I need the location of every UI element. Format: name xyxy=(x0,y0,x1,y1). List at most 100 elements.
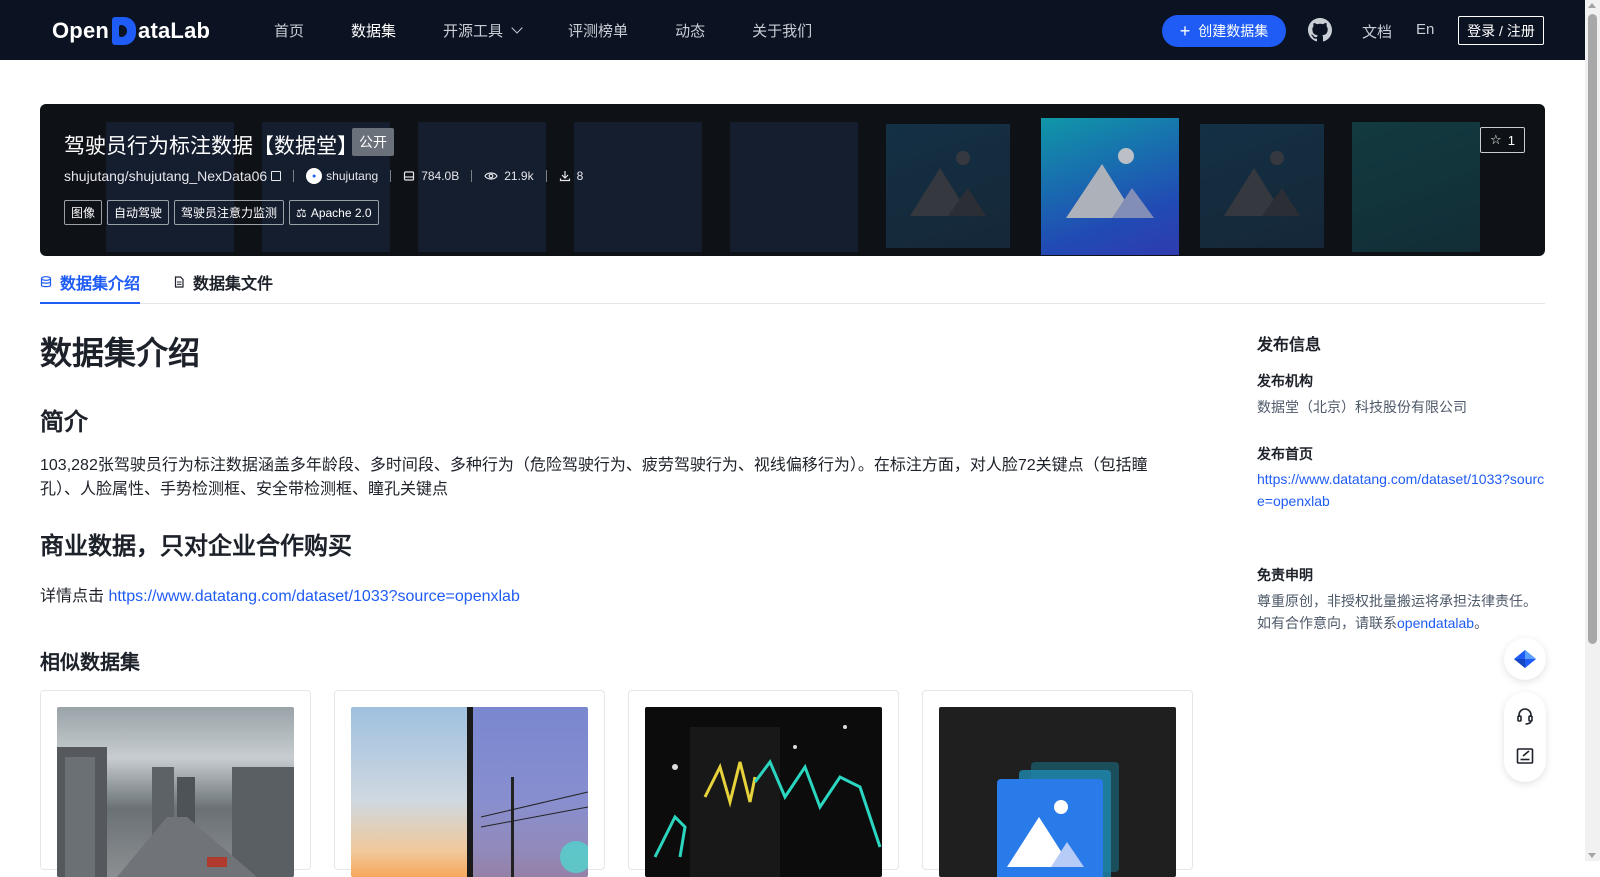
tab-intro-label: 数据集介绍 xyxy=(60,276,141,293)
homepage-link[interactable]: https://www.datatang.com/dataset/1033?so… xyxy=(1257,468,1547,512)
image-placeholder-icon xyxy=(1066,148,1154,218)
banner-bg-tile xyxy=(418,122,546,252)
homepage-label: 发布首页 xyxy=(1257,446,1313,462)
docs-link[interactable]: 文档 xyxy=(1362,21,1392,42)
feedback-logo-button[interactable] xyxy=(1504,638,1546,680)
nav-item-about[interactable]: 关于我们 xyxy=(752,20,812,41)
city-street-image xyxy=(57,747,294,877)
plus-icon: + xyxy=(1179,21,1191,41)
similar-dataset-card[interactable] xyxy=(334,690,605,877)
tag-item[interactable]: 图像 xyxy=(64,200,103,225)
dataset-banner: 驾驶员行为标注数据【数据堂】 公开 shujutang/shujutang_Ne… xyxy=(40,104,1545,256)
detail-link[interactable]: https://www.datatang.com/dataset/1033?so… xyxy=(108,588,519,605)
nav-item-tools[interactable]: 开源工具 xyxy=(443,20,523,41)
dataset-size: 784.0B xyxy=(421,169,460,183)
headset-icon[interactable] xyxy=(1515,706,1535,726)
banner-bg-tile xyxy=(1352,122,1480,252)
similar-dataset-card[interactable] xyxy=(40,690,311,877)
tab-intro[interactable]: 数据集介绍 xyxy=(40,270,140,294)
create-dataset-button[interactable]: + 创建数据集 xyxy=(1162,15,1286,47)
meta-divider xyxy=(545,170,547,182)
image-placeholder-icon xyxy=(1224,151,1300,216)
file-icon xyxy=(174,276,184,288)
star-count: 1 xyxy=(1507,132,1515,148)
publish-info-title: 发布信息 xyxy=(1257,337,1322,354)
disclaimer-line-1: 尊重原创，非授权批量搬运将承担法律责任。 xyxy=(1257,593,1537,609)
similar-dataset-card[interactable] xyxy=(628,690,899,877)
section-heading-commercial: 商业数据，只对企业合作购买 xyxy=(40,533,352,560)
meta-divider xyxy=(390,170,392,182)
create-dataset-label: 创建数据集 xyxy=(1198,23,1269,39)
visibility-badge: 公开 xyxy=(352,128,394,156)
logo-suffix: ataLab xyxy=(138,18,211,43)
image-placeholder-icon xyxy=(910,151,986,216)
copy-icon[interactable] xyxy=(271,171,282,181)
nav-item-news[interactable]: 动态 xyxy=(675,20,705,41)
page-scrollbar[interactable] xyxy=(1585,0,1600,861)
tab-files-label: 数据集文件 xyxy=(193,276,274,293)
active-tab-indicator xyxy=(40,302,140,304)
star-button[interactable]: ☆ 1 xyxy=(1480,127,1525,153)
storage-icon xyxy=(404,171,415,181)
view-count: 21.9k xyxy=(504,169,534,183)
disclaimer-label: 免责申明 xyxy=(1257,567,1313,583)
detail-line: 详情点击 https://www.datatang.com/dataset/10… xyxy=(40,582,520,606)
dataset-thumbnail xyxy=(57,707,294,877)
logo-d-icon xyxy=(112,17,137,45)
image-placeholder-icon xyxy=(997,762,1119,877)
disclaimer-suffix: 。 xyxy=(1474,615,1489,631)
banner-placeholder-tile xyxy=(886,124,1010,248)
scroll-up-arrow-icon[interactable] xyxy=(1588,3,1596,8)
publisher-value: 数据堂（北京）科技股份有限公司 xyxy=(1257,399,1467,415)
dataset-title: 驾驶员行为标注数据【数据堂】 xyxy=(64,135,358,158)
nav-menu: 首页 数据集 开源工具 评测榜单 动态 关于我们 xyxy=(274,0,859,60)
banner-bg-tile xyxy=(730,122,858,252)
diamond-logo-icon xyxy=(1514,650,1536,668)
login-register-button[interactable]: 登录 / 注册 xyxy=(1458,16,1544,45)
detail-prefix: 详情点击 xyxy=(40,588,109,605)
publisher-label: 发布机构 xyxy=(1257,373,1313,389)
dataset-thumbnail xyxy=(645,707,882,877)
dataset-description: 103,282张驾驶员行为标注数据涵盖多年龄段、多时间段、多种行为（危险驾驶行为… xyxy=(40,457,1148,498)
floating-action-group xyxy=(1504,692,1546,782)
disclaimer-prefix: 如有合作意向，请联系 xyxy=(1257,615,1397,631)
database-icon xyxy=(40,276,52,288)
hand-keypoints-image xyxy=(653,725,882,877)
meta-divider xyxy=(471,170,473,182)
scroll-down-arrow-icon[interactable] xyxy=(1588,853,1596,858)
language-switch[interactable]: En xyxy=(1416,21,1434,38)
tag-list: 图像 自动驾驶 驾驶员注意力监测 ⚖ Apache 2.0 xyxy=(64,200,384,225)
page-title: 数据集介绍 xyxy=(40,335,201,371)
repo-path: shujutang/shujutang_NexData06 xyxy=(64,168,268,184)
sky-powerline-image xyxy=(467,707,588,877)
dataset-meta: shujutang/shujutang_NexData06 ● shujutan… xyxy=(64,168,583,184)
banner-featured-tile xyxy=(1041,118,1179,255)
star-icon: ☆ xyxy=(1490,132,1502,147)
chevron-down-icon xyxy=(511,22,523,34)
dataset-thumbnail xyxy=(939,707,1176,877)
github-icon[interactable] xyxy=(1308,18,1332,42)
tag-item[interactable]: 驾驶员注意力监测 xyxy=(174,200,285,225)
dataset-thumbnail xyxy=(351,707,588,877)
dataset-tabs: 数据集介绍 数据集文件 xyxy=(40,260,1545,304)
edit-note-icon[interactable] xyxy=(1515,746,1535,766)
author-name[interactable]: shujutang xyxy=(326,169,378,183)
contact-link[interactable]: opendatalab xyxy=(1397,615,1474,631)
banner-bg-tile xyxy=(574,122,702,252)
nav-item-tools-label: 开源工具 xyxy=(443,22,504,40)
tab-files[interactable]: 数据集文件 xyxy=(173,270,273,294)
nav-item-home[interactable]: 首页 xyxy=(274,20,304,41)
scroll-thumb[interactable] xyxy=(1588,14,1597,644)
similar-datasets-list xyxy=(40,690,1216,877)
author-avatar[interactable]: ● xyxy=(306,168,323,184)
license-label: Apache 2.0 xyxy=(310,205,372,220)
nav-item-datasets[interactable]: 数据集 xyxy=(351,20,396,41)
nav-item-leaderboard[interactable]: 评测榜单 xyxy=(568,20,628,41)
download-count: 8 xyxy=(576,169,584,183)
similar-dataset-card[interactable] xyxy=(922,690,1193,877)
section-heading-intro: 简介 xyxy=(40,409,88,436)
logo[interactable]: Open ataLab xyxy=(52,14,210,48)
license-tag[interactable]: ⚖ Apache 2.0 xyxy=(289,200,379,225)
eye-icon xyxy=(484,172,498,180)
tag-item[interactable]: 自动驾驶 xyxy=(107,200,170,225)
